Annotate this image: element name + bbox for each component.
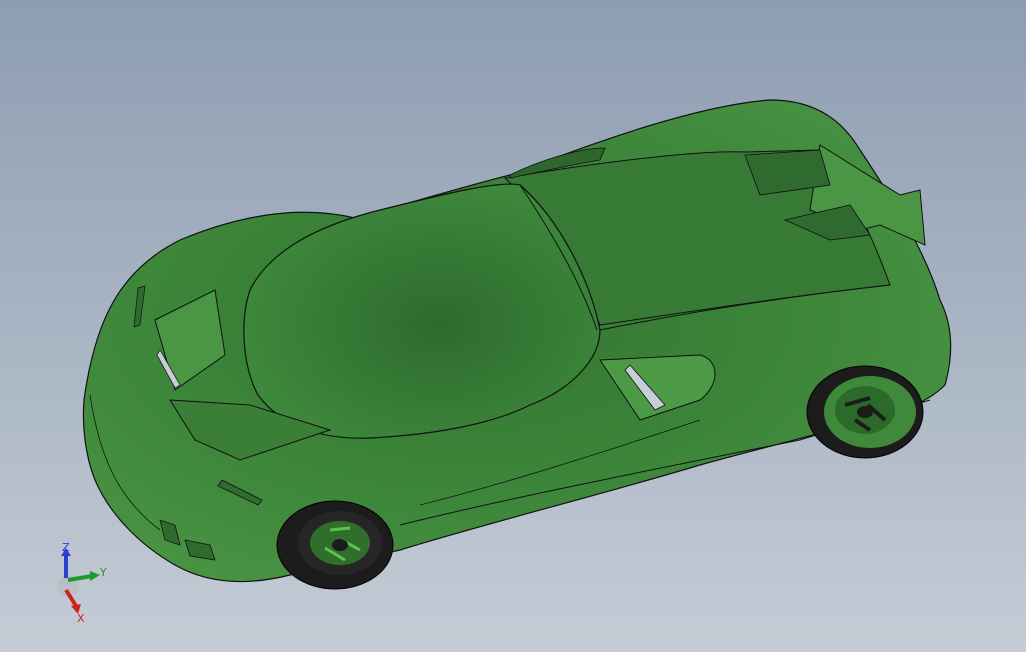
x-label: X	[77, 612, 85, 625]
graphics-viewport[interactable]: Z Y X	[0, 0, 1026, 652]
rear-wheel	[806, 365, 924, 459]
y-label: Y	[99, 566, 107, 579]
front-wheel	[276, 500, 394, 590]
view-orientation-triad[interactable]: Z Y X	[44, 540, 114, 625]
y-arrow-icon	[90, 571, 100, 581]
car-3d-model[interactable]	[0, 0, 1026, 652]
z-label: Z	[62, 541, 70, 554]
